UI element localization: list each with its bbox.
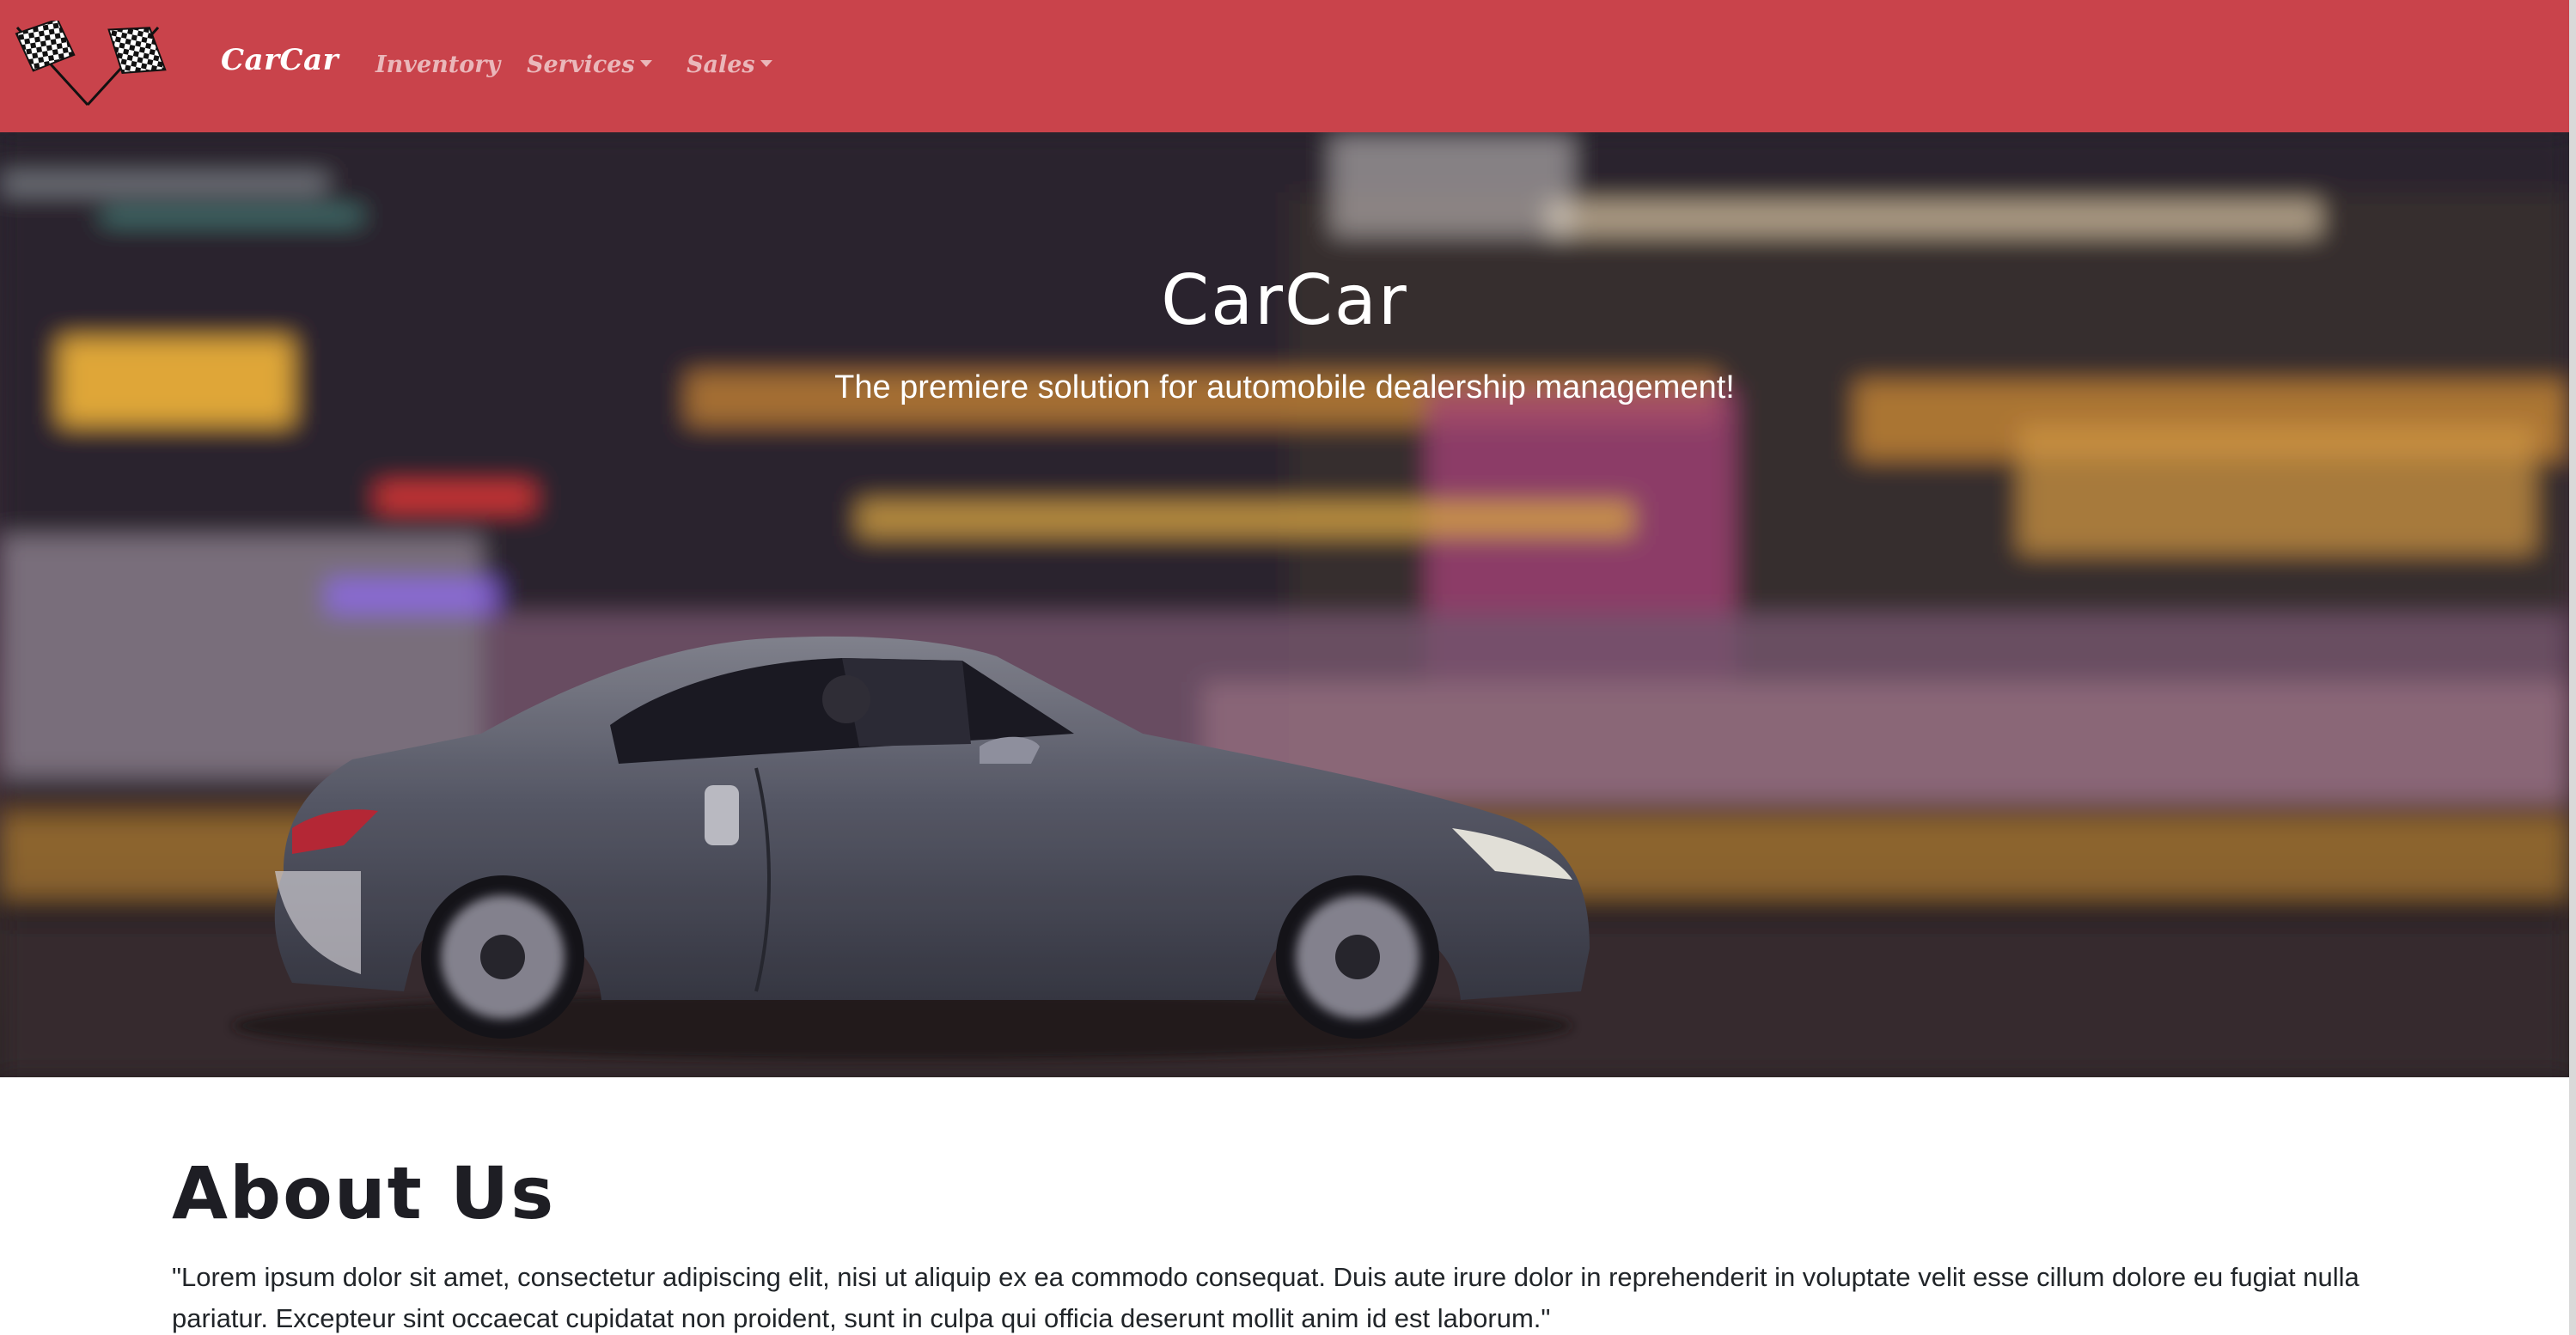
navbar: CarCar Inventory Services Sales <box>0 0 2576 132</box>
nav-dropdown-sales[interactable]: Sales <box>687 52 772 78</box>
hero-title: CarCar <box>1161 259 1408 340</box>
nav-link-label: Services <box>527 52 635 78</box>
about-text: "Lorem ipsum dolor sit amet, consectetur… <box>172 1262 2359 1333</box>
page: CarCar Inventory Services Sales CarCar T… <box>0 0 2576 1335</box>
hero-tagline: The premiere solution for automobile dea… <box>834 369 1735 405</box>
navbar-brand[interactable]: CarCar <box>221 43 339 77</box>
nav-dropdown-services[interactable]: Services <box>527 52 652 78</box>
about-heading: About Us <box>172 1151 556 1235</box>
hero-banner: CarCar The premiere solution for automob… <box>0 132 2569 1077</box>
checkered-flags-icon[interactable] <box>0 18 175 107</box>
nav-link-label: Inventory <box>375 52 501 78</box>
nav-link-label: Sales <box>687 52 755 78</box>
caret-down-icon <box>760 59 772 67</box>
window-edge <box>2569 0 2576 1335</box>
nav-link-inventory[interactable]: Inventory <box>375 52 500 78</box>
caret-down-icon <box>639 59 652 67</box>
